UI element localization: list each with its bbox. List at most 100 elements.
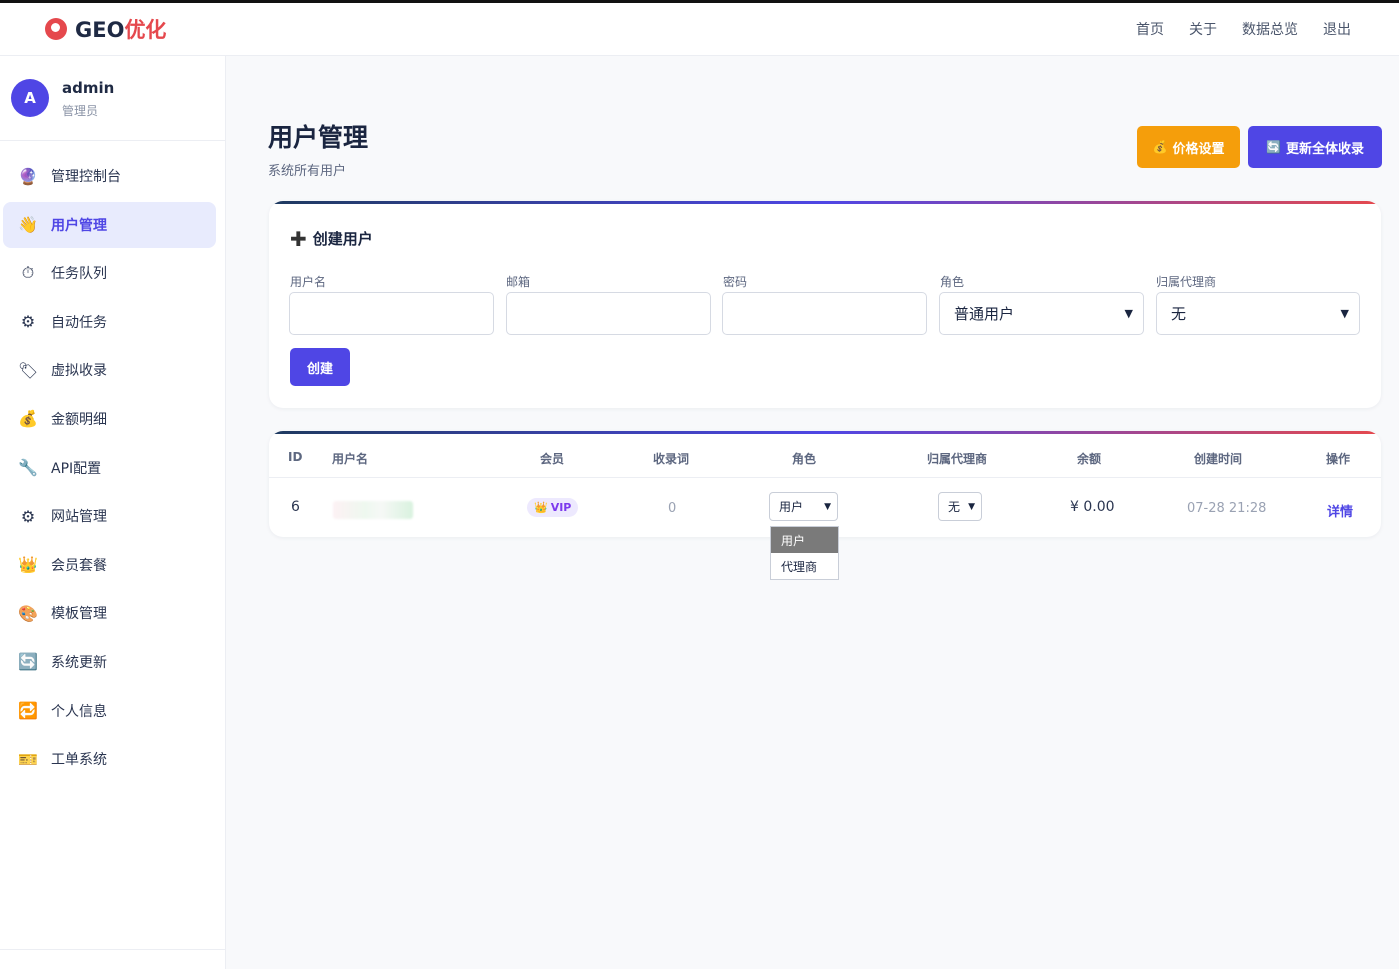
dropdown-option-user[interactable]: 用户	[771, 527, 838, 553]
globe-icon	[45, 18, 67, 40]
column-header-created: 创建时间	[1194, 452, 1243, 466]
palette-icon: 🎨	[18, 603, 38, 623]
sidebar-item-label: 金额明细	[51, 411, 107, 428]
password-label: 密码	[723, 275, 748, 289]
wrench-icon: 🔧	[18, 458, 38, 478]
row-agent-value: 无	[948, 500, 961, 514]
email-input[interactable]	[506, 292, 711, 335]
sidebar-item-auto-tasks[interactable]: ⚙ 自动任务	[3, 299, 216, 345]
detail-link[interactable]: 详情	[1327, 501, 1353, 520]
chevron-down-icon: ▼	[824, 501, 831, 512]
hand-icon: 👋	[18, 215, 38, 235]
brand-logo[interactable]: GEO优化	[45, 14, 166, 44]
sidebar-item-label: 个人信息	[51, 703, 107, 720]
user-profile: A admin 管理员	[0, 56, 225, 141]
page-title: 用户管理	[268, 123, 369, 152]
sidebar-item-label: 工单系统	[51, 752, 107, 769]
sidebar-item-profile[interactable]: 🔁 个人信息	[3, 688, 216, 734]
dropdown-option-agent[interactable]: 代理商	[771, 553, 838, 579]
sidebar-item-label: 模板管理	[51, 606, 107, 623]
avatar: A	[11, 79, 49, 117]
sidebar-item-site-management[interactable]: ⚙ 网站管理	[3, 493, 216, 539]
gear-icon: ⚙	[20, 506, 36, 526]
nav-logout[interactable]: 退出	[1323, 19, 1351, 39]
cell-keywords: 0	[668, 501, 677, 516]
chevron-down-icon: ▼	[1340, 307, 1349, 320]
plus-icon: ✚	[290, 226, 307, 251]
column-header-agent: 归属代理商	[927, 452, 988, 466]
sidebar-item-users[interactable]: 👋 用户管理	[3, 201, 216, 248]
tag-icon: 🏷	[17, 360, 39, 380]
vip-badge: 👑 VIP	[527, 498, 579, 517]
sidebar-item-membership-plans[interactable]: 👑 会员套餐	[3, 542, 216, 588]
sidebar-item-label: 虚拟收录	[51, 363, 107, 380]
sidebar-item-label: API配置	[51, 460, 102, 477]
ticket-icon: 🎫	[18, 749, 38, 769]
crown-icon: 👑	[18, 555, 38, 575]
sidebar-item-templates[interactable]: 🎨 模板管理	[3, 590, 216, 636]
cell-created: 07-28 21:28	[1187, 501, 1267, 516]
agent-label: 归属代理商	[1156, 275, 1217, 289]
users-table-card: ID 用户名 会员 收录词 角色 归属代理商 余额 创建时间 操作 6 👑 VI…	[269, 431, 1381, 537]
column-header-role: 角色	[792, 452, 817, 466]
sidebar-item-label: 任务队列	[51, 266, 107, 283]
sidebar-item-amount-detail[interactable]: 💰 金额明细	[3, 396, 216, 442]
nav-data-overview[interactable]: 数据总览	[1242, 19, 1298, 39]
column-header-actions: 操作	[1326, 452, 1351, 466]
agent-select[interactable]: 无 ▼	[1156, 292, 1360, 335]
role-dropdown-list: 用户 代理商	[770, 526, 839, 580]
update-all-index-label: 更新全体收录	[1285, 141, 1364, 157]
price-settings-button[interactable]: 💰 价格设置	[1137, 126, 1240, 168]
sidebar-item-virtual-index[interactable]: 🏷 虚拟收录	[3, 347, 216, 393]
cell-balance: ¥ 0.00	[1070, 499, 1115, 515]
brand-suffix: 优化	[124, 18, 167, 42]
sidebar-item-label: 系统更新	[51, 654, 107, 671]
row-role-select[interactable]: 用户 ▼	[769, 492, 838, 521]
username-label: 用户名	[290, 275, 327, 289]
money-bag-icon: 💰	[1152, 140, 1168, 154]
column-header-id: ID	[288, 450, 303, 464]
column-header-keywords: 收录词	[653, 452, 690, 466]
crystal-ball-icon: 🔮	[18, 166, 38, 186]
username-input[interactable]	[289, 292, 494, 335]
page-subtitle: 系统所有用户	[268, 164, 347, 179]
top-header: GEO优化 首页 关于 数据总览 退出	[0, 3, 1399, 56]
row-agent-select[interactable]: 无 ▼	[938, 492, 982, 521]
nav-home[interactable]: 首页	[1136, 19, 1164, 39]
sidebar-item-console[interactable]: 🔮 管理控制台	[3, 153, 216, 199]
sidebar-item-api-config[interactable]: 🔧 API配置	[3, 445, 216, 491]
sidebar-item-task-queue[interactable]: ⏱ 任务队列	[3, 250, 216, 296]
agent-select-value: 无	[1171, 305, 1187, 323]
chevron-down-icon: ▼	[1124, 307, 1133, 320]
create-user-card: ✚ 创建用户 用户名 邮箱 密码 角色 普通用户 ▼ 归属代理商 无 ▼ 创建	[269, 201, 1381, 408]
money-bag-icon: 💰	[18, 409, 38, 429]
nav-about[interactable]: 关于	[1189, 19, 1217, 39]
vip-badge-label: VIP	[550, 501, 572, 514]
role-label: 角色	[940, 275, 965, 289]
sidebar-item-system-update[interactable]: 🔄 系统更新	[3, 639, 216, 685]
column-header-username: 用户名	[332, 452, 369, 466]
top-nav: 首页 关于 数据总览 退出	[1136, 19, 1351, 39]
timer-icon: ⏱	[21, 263, 35, 283]
sidebar-menu: 🔮 管理控制台 👋 用户管理 ⏱ 任务队列 ⚙ 自动任务 🏷 虚拟收录 💰 金额明细 🔧 AP…	[3, 153, 216, 785]
price-settings-label: 价格设置	[1172, 141, 1225, 157]
sidebar-item-label: 网站管理	[51, 509, 107, 526]
sidebar-item-label: 管理控制台	[51, 169, 121, 185]
gear-icon: ⚙	[20, 312, 36, 332]
table-header-divider	[269, 477, 1381, 478]
cell-id: 6	[291, 499, 300, 515]
refresh-icon: 🔄	[18, 652, 38, 672]
sidebar-item-label: 自动任务	[51, 314, 107, 331]
password-input[interactable]	[722, 292, 927, 335]
create-button[interactable]: 创建	[290, 348, 350, 386]
username-redacted	[333, 501, 413, 519]
repeat-icon: 🔁	[18, 701, 38, 721]
email-label: 邮箱	[506, 275, 531, 289]
column-header-membership: 会员	[540, 452, 565, 466]
crown-icon: 👑	[534, 501, 548, 514]
update-all-index-button[interactable]: 🔄 更新全体收录	[1248, 126, 1382, 168]
sidebar-item-tickets[interactable]: 🎫 工单系统	[3, 736, 216, 782]
chevron-down-icon: ▼	[968, 501, 975, 512]
create-user-title-text: 创建用户	[312, 230, 373, 248]
role-select[interactable]: 普通用户 ▼	[939, 292, 1144, 335]
